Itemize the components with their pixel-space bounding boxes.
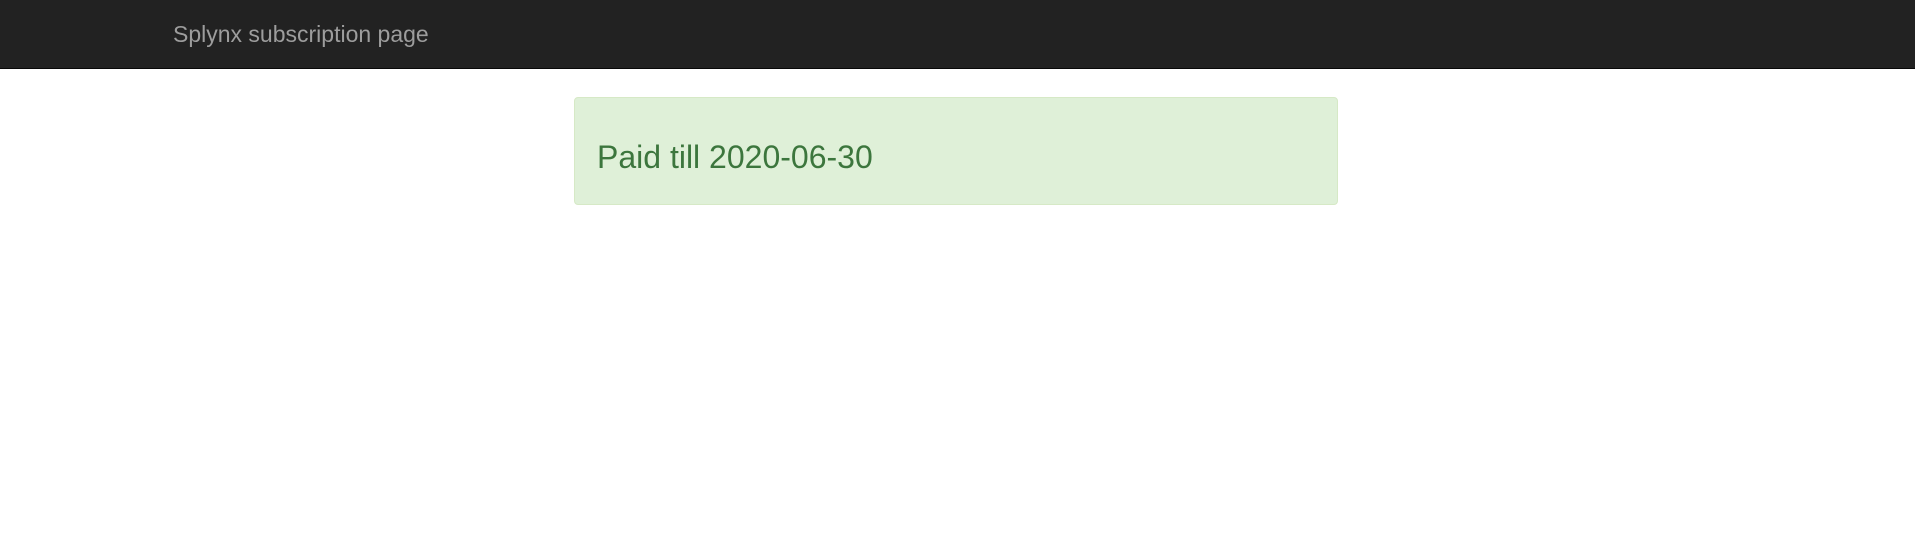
navbar-brand-link[interactable]: Splynx subscription page [173, 0, 429, 69]
subscription-status-alert: Paid till 2020-06-30 [574, 97, 1338, 205]
top-navbar: Splynx subscription page [0, 0, 1915, 69]
paid-till-message: Paid till 2020-06-30 [597, 139, 873, 175]
